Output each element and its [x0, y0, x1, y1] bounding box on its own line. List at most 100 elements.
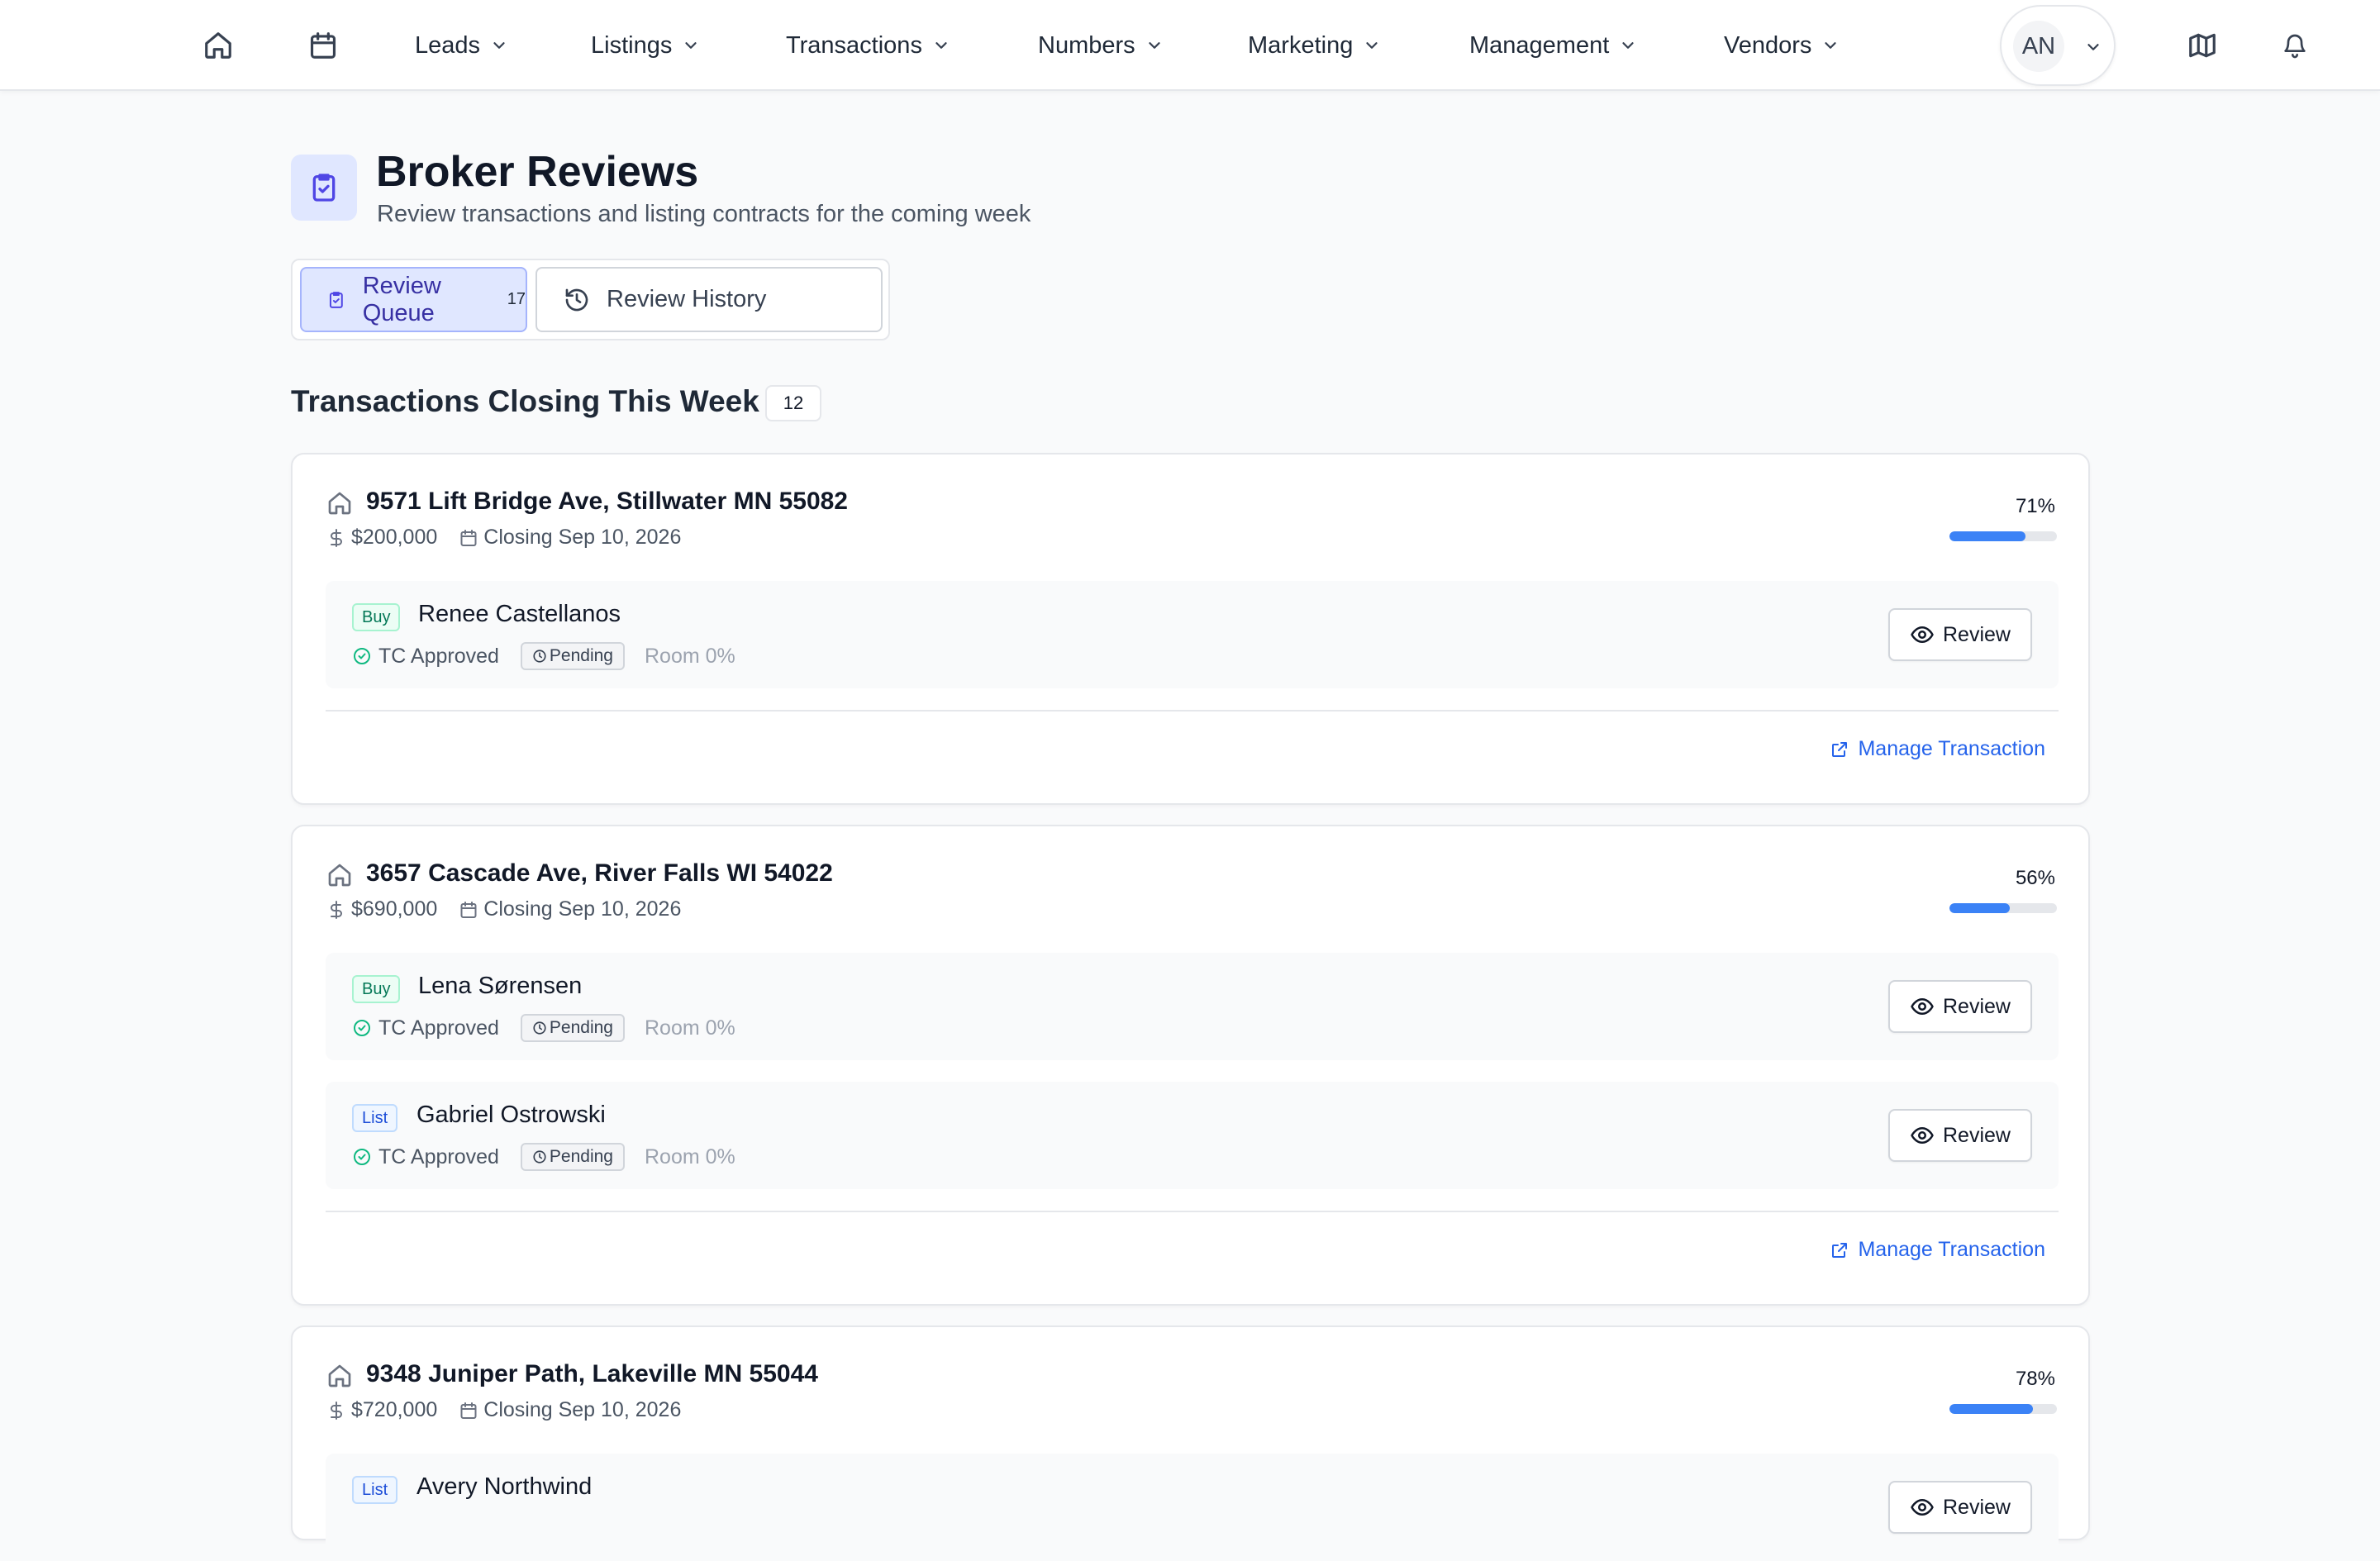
- home-icon: [328, 492, 351, 515]
- calendar-icon: [460, 529, 477, 546]
- pending-label: Pending: [549, 646, 613, 665]
- calendar-icon: [460, 901, 477, 918]
- review-button-label: Review: [1943, 622, 2011, 646]
- check-circle-icon: [354, 648, 370, 664]
- home-icon: [328, 1364, 351, 1387]
- side-badge: Buy: [352, 603, 401, 631]
- manage-transaction-link[interactable]: Manage Transaction: [1830, 737, 2045, 761]
- pending-badge: Pending: [520, 1014, 625, 1042]
- review-button[interactable]: Review: [1888, 1481, 2032, 1534]
- progress-percent: 71%: [2015, 495, 2055, 517]
- agent-row: Buy Lena Sørensen TC Approved Pending Ro…: [326, 953, 2059, 1060]
- agent-name: Renee Castellanos: [418, 601, 621, 627]
- tab-label: Review History: [607, 286, 767, 312]
- agent-name: Gabriel Ostrowski: [416, 1102, 606, 1128]
- agent-row: List Avery Northwind Review: [326, 1454, 2059, 1561]
- agent-row: Buy Renee Castellanos TC Approved Pendin…: [326, 581, 2059, 688]
- closing-date: Closing Sep 10, 2026: [483, 897, 682, 921]
- closing-date: Closing Sep 10, 2026: [483, 526, 682, 549]
- nav-menu-label: Numbers: [1038, 31, 1135, 59]
- nav-menu-numbers[interactable]: Numbers: [1038, 25, 1164, 66]
- chevron-down-icon: [685, 42, 697, 49]
- progress-fill: [1949, 531, 2026, 541]
- clock-icon: [533, 1150, 546, 1164]
- eye-icon: [1911, 1127, 1934, 1144]
- transaction-meta: $200,000 Closing Sep 10, 2026: [326, 526, 681, 550]
- divider: [326, 710, 2059, 711]
- progress-fill: [1949, 903, 2010, 913]
- nav-menu-vendors[interactable]: Vendors: [1724, 25, 1840, 66]
- manage-link-label: Manage Transaction: [1858, 737, 2045, 760]
- nav-menu-management[interactable]: Management: [1469, 25, 1637, 66]
- dollar-icon: [331, 1401, 342, 1420]
- chevron-down-icon: [1149, 42, 1160, 49]
- external-link-icon: [1832, 741, 1848, 757]
- transaction-card: 9571 Lift Bridge Ave, Stillwater MN 5508…: [291, 453, 2090, 805]
- chevron-down-icon: [1622, 42, 1634, 49]
- nav-menu-listings[interactable]: Listings: [591, 25, 700, 66]
- tc-status: TC Approved: [378, 1145, 499, 1168]
- nav-menu-marketing[interactable]: Marketing: [1248, 25, 1381, 66]
- tab-review-queue[interactable]: Review Queue 17: [300, 267, 527, 332]
- transaction-price: $200,000: [351, 526, 438, 549]
- nav-menu-leads[interactable]: Leads: [415, 25, 508, 66]
- page-title: Broker Reviews: [376, 148, 699, 196]
- pending-label: Pending: [549, 1018, 613, 1037]
- nav-menu-transactions[interactable]: Transactions: [786, 25, 950, 66]
- room-progress: Room 0%: [645, 644, 735, 668]
- calendar-icon[interactable]: [307, 29, 340, 62]
- chevron-down-icon: [1366, 42, 1378, 49]
- review-button[interactable]: Review: [1888, 608, 2032, 661]
- home-icon: [328, 864, 351, 887]
- side-badge: List: [352, 1476, 398, 1504]
- tc-status: TC Approved: [378, 644, 499, 668]
- pending-label: Pending: [549, 1147, 613, 1166]
- user-menu-button[interactable]: AN: [2000, 5, 2116, 86]
- review-button-label: Review: [1943, 1495, 2011, 1519]
- transaction-address[interactable]: 9348 Juniper Path, Lakeville MN 55044: [366, 1360, 818, 1388]
- review-tabs: Review Queue 17 Review History: [291, 259, 890, 340]
- chevron-down-icon: [493, 42, 505, 49]
- section-title: Transactions Closing This Week: [291, 384, 759, 418]
- avatar: AN: [2013, 21, 2064, 72]
- tab-count-badge: 17: [507, 290, 526, 308]
- tc-status: TC Approved: [378, 1016, 499, 1040]
- progress-bar: [1949, 531, 2057, 541]
- review-button-label: Review: [1943, 1123, 2011, 1147]
- review-button[interactable]: Review: [1888, 980, 2032, 1033]
- progress-bar: [1949, 1404, 2057, 1414]
- manage-link-label: Manage Transaction: [1858, 1238, 2045, 1261]
- progress-percent: 56%: [2015, 867, 2055, 889]
- pending-badge: Pending: [520, 1143, 625, 1171]
- nav-menu-label: Transactions: [786, 31, 922, 59]
- agent-name: Lena Sørensen: [418, 973, 583, 999]
- transaction-card: 9348 Juniper Path, Lakeville MN 55044 $7…: [291, 1325, 2090, 1561]
- manage-transaction-link[interactable]: Manage Transaction: [1830, 1238, 2045, 1262]
- chevron-down-icon: [2087, 44, 2099, 50]
- transaction-price: $720,000: [351, 1398, 438, 1421]
- dollar-icon: [331, 528, 342, 547]
- tab-label: Review Queue: [362, 272, 441, 326]
- map-icon[interactable]: [2186, 29, 2219, 62]
- pending-badge: Pending: [520, 642, 625, 670]
- external-link-icon: [1832, 1242, 1848, 1258]
- progress-fill: [1949, 1404, 2034, 1414]
- transaction-address[interactable]: 9571 Lift Bridge Ave, Stillwater MN 5508…: [366, 488, 848, 516]
- transaction-address[interactable]: 3657 Cascade Ave, River Falls WI 54022: [366, 859, 833, 888]
- eye-icon: [1911, 1499, 1934, 1516]
- clock-icon: [533, 1021, 546, 1035]
- home-icon[interactable]: [202, 29, 235, 62]
- section-count-badge: 12: [765, 385, 821, 421]
- tab-review-history[interactable]: Review History: [536, 267, 883, 332]
- agent-status: TC Approved Pending Room 0%: [352, 1143, 735, 1171]
- side-badge: List: [352, 1104, 398, 1132]
- history-icon: [565, 288, 588, 311]
- review-button[interactable]: Review: [1888, 1109, 2032, 1162]
- side-badge: Buy: [352, 975, 401, 1003]
- agent-status: TC Approved Pending Room 0%: [352, 1014, 735, 1042]
- bell-icon[interactable]: [2278, 29, 2311, 62]
- eye-icon: [1911, 626, 1934, 643]
- nav-menu-label: Listings: [591, 31, 673, 59]
- progress-bar: [1949, 903, 2057, 913]
- transaction-price: $690,000: [351, 897, 438, 921]
